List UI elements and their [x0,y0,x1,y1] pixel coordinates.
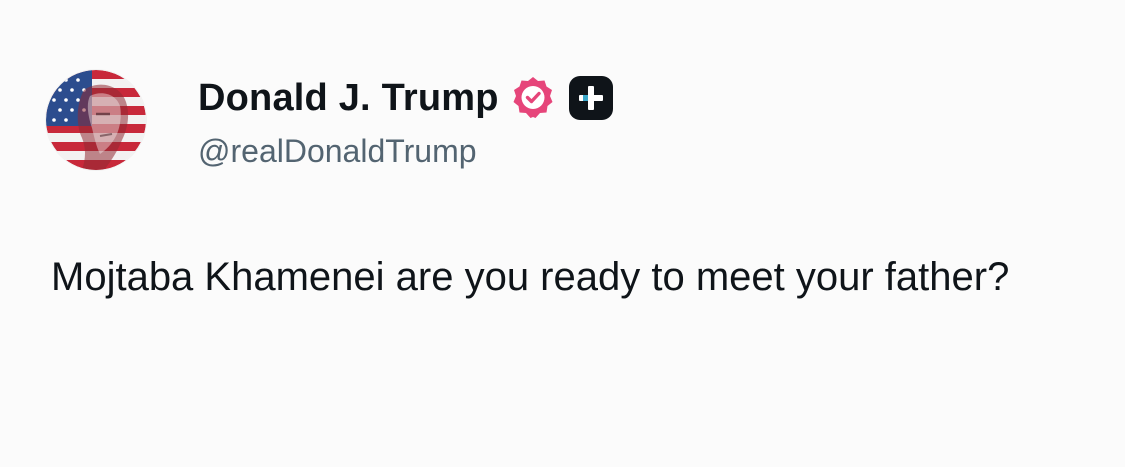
verified-badge-icon [509,74,557,122]
post-text: Mojtaba Khamenei are you ready to meet y… [51,255,1010,299]
post-header: Donald J. Trump @realDonaldTrump [46,60,613,180]
plus-app-icon [568,76,613,120]
author-handle[interactable]: @realDonaldTrump [198,135,613,167]
name-row: Donald J. Trump [198,73,613,123]
post-card: Donald J. Trump @realDonaldTrump Mojtaba… [0,0,1125,467]
author-display-name[interactable]: Donald J. Trump [198,79,499,117]
flag-portrait-avatar-icon [46,70,146,170]
author-identity: Donald J. Trump @realDonaldTrump [198,73,613,167]
avatar[interactable] [46,70,146,170]
